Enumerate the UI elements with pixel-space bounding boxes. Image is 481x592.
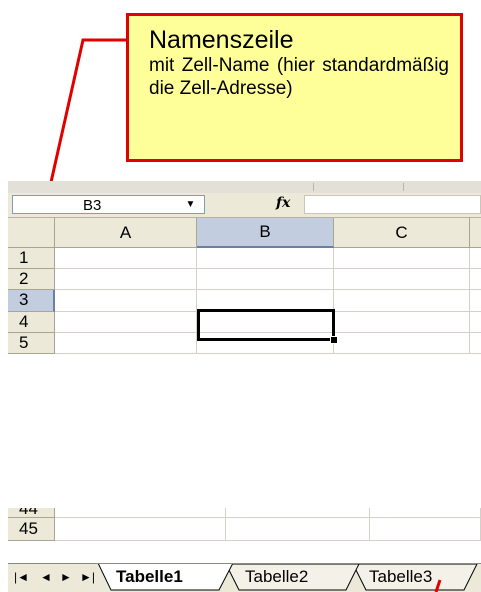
tab-pointer-line — [434, 579, 442, 592]
